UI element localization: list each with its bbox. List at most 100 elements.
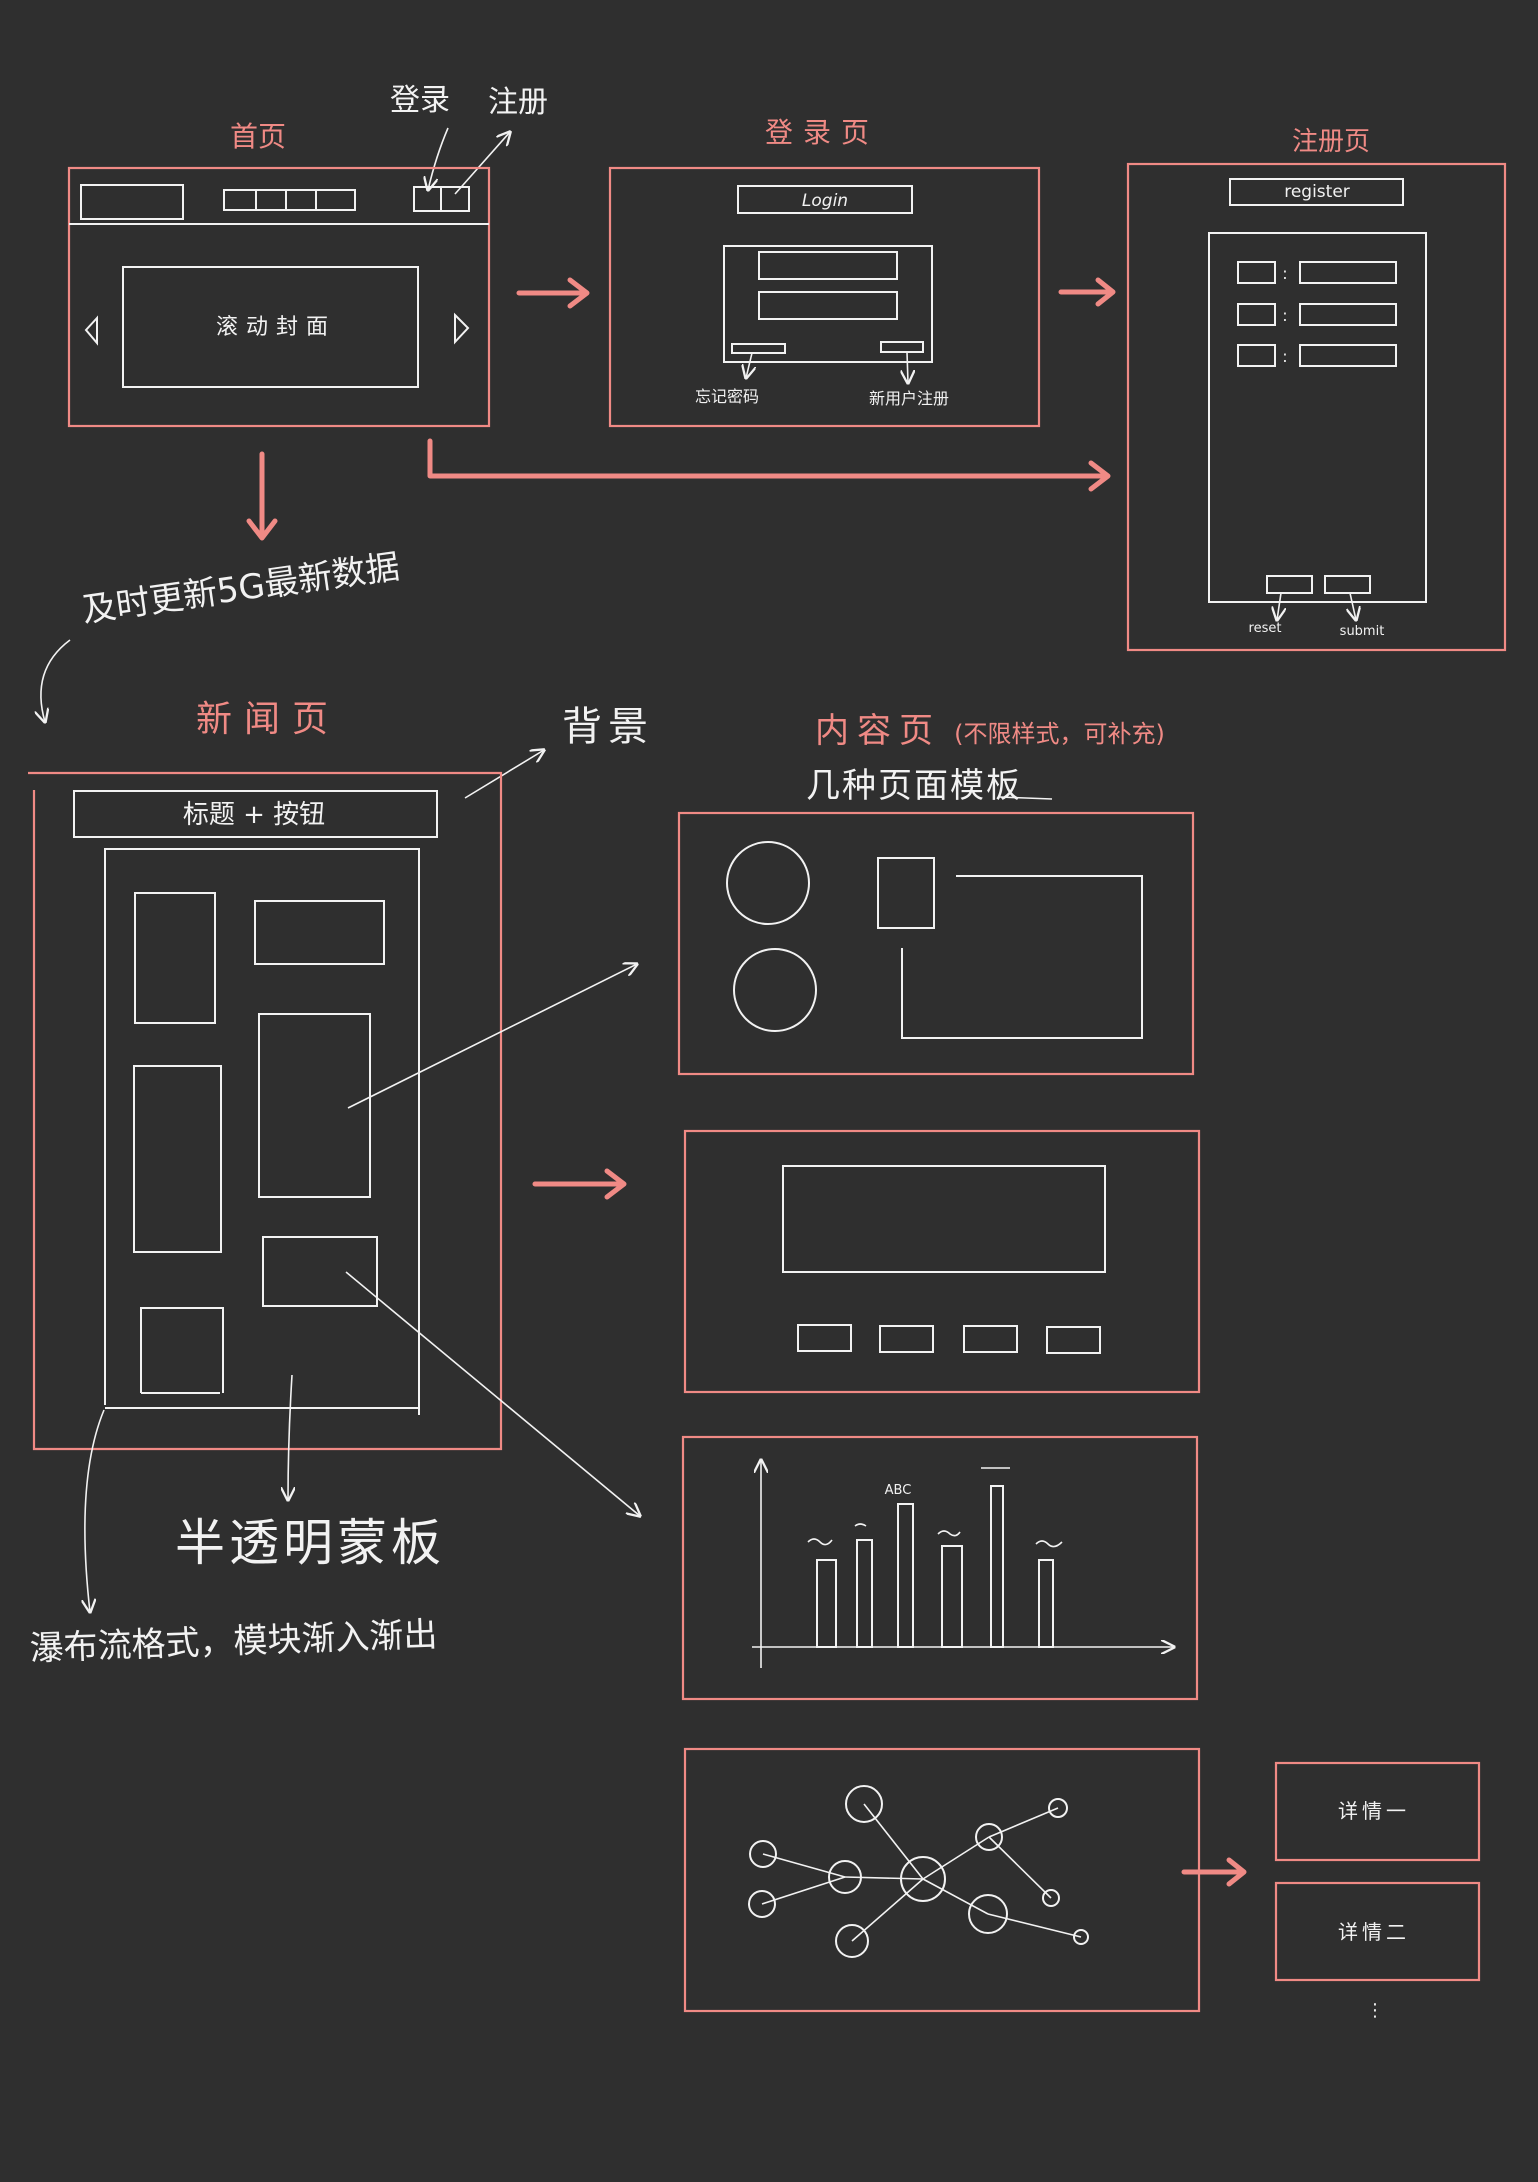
details-more-ellipsis: ⋮ <box>1366 2000 1384 2021</box>
news-header-label: 标题 + 按钮 <box>183 800 325 830</box>
username-field <box>758 251 898 280</box>
arrow-graph-to-details <box>1181 1857 1247 1887</box>
home-register-note: 注册 <box>488 85 548 120</box>
home-login-note: 登录 <box>390 83 450 118</box>
login-header-label: Login <box>802 191 848 211</box>
chart-bar-1 <box>816 1559 837 1648</box>
field-colon-2: : <box>1282 306 1287 325</box>
template-4-frame <box>683 1747 1201 2013</box>
arrow-news-to-content <box>532 1168 627 1200</box>
card-to-template-pointer-2 <box>345 1271 640 1516</box>
news-frame <box>28 771 503 1451</box>
reset-pointer <box>1277 592 1281 620</box>
content-page-title-main: 内容页 <box>815 711 941 751</box>
news-page-wireframe: 标题 + 按钮 <box>28 771 503 1451</box>
content-page-title-note: (不限样式，可补充) <box>954 720 1165 748</box>
register-form-box <box>1208 232 1427 603</box>
field-label-3 <box>1237 344 1276 367</box>
reset-label: reset <box>1249 621 1282 636</box>
field-input-1 <box>1299 261 1397 284</box>
template-1-panel <box>901 875 1143 1039</box>
arrow-home-to-login <box>516 277 590 309</box>
register-header-label: register <box>1284 182 1350 202</box>
chart-bar-6 <box>1038 1559 1054 1648</box>
templates-note: 几种页面模板 <box>806 766 1022 806</box>
register-page-title: 注册页 <box>1292 127 1370 157</box>
detail-two-label: 详情二 <box>1338 1920 1410 1944</box>
chart-bar-squiggle-2 <box>854 1523 867 1527</box>
chart-bar-5 <box>990 1485 1004 1648</box>
carousel-prev-icon <box>84 315 98 346</box>
home-title: 首页 <box>230 120 286 153</box>
home-page-wireframe: 滚动封面 <box>67 166 491 428</box>
new-user-pointer <box>907 351 908 383</box>
field-label-1 <box>1237 261 1276 284</box>
template-4 <box>683 1747 1201 2013</box>
new-user-link-box <box>880 341 924 353</box>
forgot-password-link-box <box>731 343 786 354</box>
overlay-note-pointer <box>288 1374 292 1500</box>
reset-button-box <box>1266 575 1313 594</box>
news-content-area <box>104 848 420 1415</box>
carousel-next-icon <box>454 312 470 345</box>
detail-one-label: 详情一 <box>1338 1799 1410 1823</box>
submit-label: submit <box>1340 624 1385 639</box>
template-2-button-4 <box>1046 1326 1101 1354</box>
graph-edges <box>761 1803 1082 1942</box>
template-2-button-1 <box>797 1324 852 1352</box>
chart-bar-3 <box>897 1503 914 1648</box>
waterfall-note-pointer <box>85 1409 105 1612</box>
chart-bar-squiggle-1 <box>807 1538 833 1546</box>
news-page-title: 新闻页 <box>196 699 340 740</box>
chart-bar-label: ABC <box>885 1483 912 1498</box>
update-note: 及时更新5G最新数据 <box>80 547 402 631</box>
chart-bar-squiggle-4 <box>937 1530 961 1537</box>
submit-button-box <box>1324 575 1371 594</box>
field-input-3 <box>1299 344 1397 367</box>
news-background-note: 背景 <box>562 704 654 750</box>
nav-bar-placeholder <box>223 189 356 211</box>
details-list: 详情一 详情二 ⋮ <box>1274 1761 1481 2021</box>
login-page-wireframe: Login 忘记密码 新用户注册 <box>608 166 1041 428</box>
arrow-login-to-register <box>1058 277 1116 307</box>
template-2-button-3 <box>963 1325 1018 1353</box>
carousel-label: 滚动封面 <box>216 315 336 340</box>
news-card-1 <box>134 892 216 1024</box>
field-colon-3: : <box>1282 347 1287 366</box>
arrow-home-to-news <box>246 451 278 541</box>
news-card-5 <box>262 1236 378 1307</box>
login-note-pointer <box>428 127 449 190</box>
template-2-frame <box>683 1129 1201 1394</box>
login-page-title: 登录页 <box>765 116 879 149</box>
forgot-password-pointer <box>746 352 752 378</box>
chart-bar-2 <box>856 1539 873 1648</box>
waterfall-note: 瀑布流格式，模块渐入渐出 <box>29 1615 438 1669</box>
news-card-4 <box>133 1065 222 1253</box>
register-page-wireframe: register : : : reset submit <box>1126 162 1507 652</box>
template-3: ABC <box>681 1435 1199 1701</box>
chart-bar-4 <box>941 1545 963 1648</box>
template-1-circle-2 <box>733 948 817 1032</box>
field-colon-1: : <box>1282 264 1287 283</box>
content-page-title: 内容页 (不限样式，可补充) <box>815 711 1165 751</box>
template-1-thumb <box>877 857 935 929</box>
overlay-note: 半透明蒙板 <box>175 1514 445 1572</box>
template-2-banner <box>782 1165 1106 1273</box>
card-to-template-pointer-1 <box>347 964 637 1109</box>
logo-placeholder <box>80 184 184 220</box>
news-card-2 <box>254 900 385 965</box>
register-frame <box>1126 162 1507 652</box>
arrow-home-to-register <box>427 438 1111 492</box>
update-note-curve <box>41 639 71 722</box>
register-note-pointer <box>454 132 510 195</box>
template-1 <box>677 811 1195 1076</box>
template-2 <box>683 1129 1201 1394</box>
submit-pointer <box>1350 592 1356 620</box>
new-user-register-label: 新用户注册 <box>869 389 949 408</box>
template-1-circle-1 <box>726 841 810 925</box>
template-1-frame <box>677 811 1195 1076</box>
field-input-2 <box>1299 303 1397 326</box>
template-2-button-2 <box>879 1325 934 1353</box>
chart-bar-squiggle-6 <box>1035 1540 1063 1548</box>
template-3-frame <box>681 1435 1199 1701</box>
